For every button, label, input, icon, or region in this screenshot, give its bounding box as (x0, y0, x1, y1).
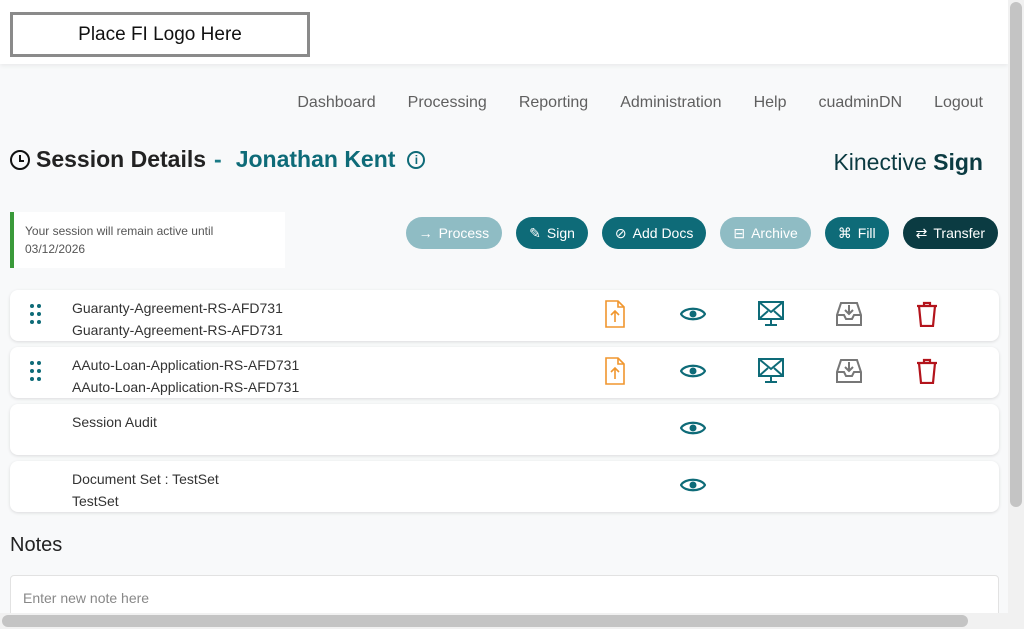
trash-icon[interactable] (914, 300, 940, 328)
pen-icon: ✎ (529, 224, 541, 241)
drag-handle-icon[interactable] (30, 304, 44, 326)
title-separator: - (214, 146, 222, 172)
nav-processing[interactable]: Processing (408, 94, 487, 112)
transfer-button-label: Transfer (933, 225, 985, 241)
action-bar: → Process ✎ Sign ⊘ Add Docs ⊟ Archive ⌘ … (392, 217, 998, 249)
sign-button-label: Sign (546, 225, 575, 241)
email-monitor-icon[interactable] (758, 300, 784, 328)
session-expiry-notice: Your session will remain active until 03… (10, 212, 285, 268)
document-name: Document Set : TestSet (72, 471, 219, 487)
add-docs-button-label: Add Docs (632, 225, 694, 241)
eye-icon[interactable] (680, 300, 706, 328)
session-expiry-text: Your session will remain active until (25, 224, 214, 238)
brand-regular: Kinective (833, 149, 934, 175)
transfer-icon: ⇄ (915, 224, 928, 241)
archive-icon: ⊟ (733, 224, 746, 241)
archive-button-label: Archive (751, 225, 798, 241)
document-name: Guaranty-Agreement-RS-AFD731 (72, 300, 283, 316)
document-name: Session Audit (72, 414, 157, 430)
vertical-scrollbar[interactable] (1008, 0, 1024, 629)
nav-logout[interactable]: Logout (934, 94, 983, 112)
arrow-right-icon: → (418, 225, 433, 241)
main-nav: Dashboard Processing Reporting Administr… (265, 94, 983, 112)
fill-icon: ⌘ (837, 224, 852, 241)
nav-help[interactable]: Help (754, 94, 787, 112)
archive-button[interactable]: ⊟ Archive (720, 217, 811, 249)
nav-dashboard[interactable]: Dashboard (297, 94, 375, 112)
horizontal-scroll-thumb[interactable] (2, 615, 968, 627)
document-name: AAuto-Loan-Application-RS-AFD731 (72, 357, 300, 373)
document-file: TestSet (72, 493, 119, 509)
notes-heading: Notes (10, 534, 63, 556)
horizontal-scrollbar[interactable] (0, 613, 1008, 629)
nav-user-menu[interactable]: cuadminDN (818, 94, 902, 112)
email-monitor-icon[interactable] (758, 357, 784, 385)
page-title: Session Details (36, 146, 207, 172)
list-item: AAuto-Loan-Application-RS-AFD731 AAuto-L… (10, 347, 999, 398)
eye-icon[interactable] (680, 414, 706, 442)
upload-file-icon[interactable] (602, 357, 628, 385)
drag-handle-icon[interactable] (30, 361, 44, 383)
nav-administration[interactable]: Administration (620, 94, 721, 112)
inbox-download-icon[interactable] (836, 357, 862, 385)
list-item: Document Set : TestSet TestSet (10, 461, 999, 512)
clock-icon (10, 149, 30, 170)
process-button-label: Process (438, 225, 490, 241)
vertical-scroll-thumb[interactable] (1010, 2, 1022, 507)
list-item: Session Audit (10, 404, 999, 455)
fill-button[interactable]: ⌘ Fill (824, 217, 889, 249)
upload-file-icon[interactable] (602, 300, 628, 328)
transfer-button[interactable]: ⇄ Transfer (902, 217, 998, 249)
page-title-row: Session Details - Jonathan Kent i (10, 146, 426, 173)
paperclip-icon: ⊘ (614, 224, 627, 241)
customer-name: Jonathan Kent (235, 146, 396, 172)
sign-button[interactable]: ✎ Sign (516, 217, 588, 249)
nav-reporting[interactable]: Reporting (519, 94, 588, 112)
eye-icon[interactable] (680, 471, 706, 499)
trash-icon[interactable] (914, 357, 940, 385)
fill-button-label: Fill (857, 225, 876, 241)
list-item: Guaranty-Agreement-RS-AFD731 Guaranty-Ag… (10, 290, 999, 341)
inbox-download-icon[interactable] (836, 300, 862, 328)
fi-logo-placeholder: Place FI Logo Here (10, 12, 310, 57)
document-list: Guaranty-Agreement-RS-AFD731 Guaranty-Ag… (10, 290, 999, 518)
process-button[interactable]: → Process (405, 217, 503, 249)
brand-logo: Kinective Sign (833, 149, 983, 176)
brand-bold: Sign (933, 149, 983, 175)
document-file: AAuto-Loan-Application-RS-AFD731 (72, 379, 300, 395)
session-expiry-date: 03/12/2026 (25, 242, 86, 256)
document-file: Guaranty-Agreement-RS-AFD731 (72, 322, 283, 338)
info-icon[interactable]: i (407, 150, 426, 169)
eye-icon[interactable] (680, 357, 706, 385)
top-bar: Place FI Logo Here (0, 0, 1008, 64)
add-docs-button[interactable]: ⊘ Add Docs (601, 217, 707, 249)
